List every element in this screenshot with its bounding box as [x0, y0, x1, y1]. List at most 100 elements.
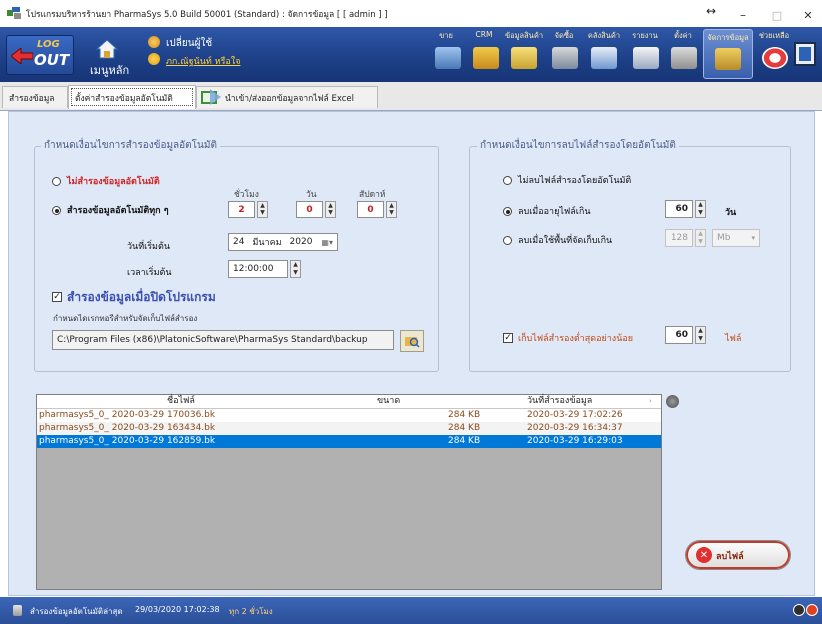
toolbar-item-label: CRM: [475, 30, 493, 39]
keep-min-files-stepper[interactable]: ▲ ▼: [695, 326, 706, 344]
days-input[interactable]: 0: [296, 201, 323, 218]
file-name: pharmasys5_0_ 2020-03-29 162859.bk: [39, 436, 216, 446]
status-bar: สำรองข้อมูลอัตโนมัติล่าสุด 29/03/2020 17…: [0, 597, 822, 624]
window-title: โปรแกรมบริหารร้านยา PharmaSys 5.0 Build …: [26, 10, 388, 20]
days-header: วัน: [306, 190, 317, 200]
backup-conditions-title: กำหนดเงื่อนไขการสำรองข้อมูลอัตโนมัติ: [41, 138, 220, 153]
status-icon-r: [806, 604, 818, 616]
minimize-button[interactable]: –: [735, 7, 751, 23]
app-icon: [7, 7, 21, 19]
main-menu-button[interactable]: เมนูหลัก: [90, 39, 136, 77]
close-button[interactable]: ✕: [800, 7, 816, 23]
delete-by-age-radio[interactable]: [503, 207, 512, 216]
keep-min-files-checkbox[interactable]: ✓: [503, 333, 513, 343]
start-date-label: วันที่เริ่มต้น: [127, 242, 170, 252]
toolbar-item-label: ช่วยเหลือ: [758, 31, 790, 40]
weeks-input[interactable]: 0: [357, 201, 384, 218]
delete-space-stepper[interactable]: ▲ ▼: [695, 229, 706, 247]
delete-by-space-label: ลบเมื่อใช้พื้นที่จัดเก็บเกิน: [518, 236, 613, 246]
backup-every-radio[interactable]: [52, 206, 61, 215]
status-text: สำรองข้อมูลอัตโนมัติล่าสุด: [30, 607, 123, 616]
excel-import-icon: [201, 89, 221, 105]
toolbar-item-label: จัดการข้อมูล: [707, 33, 749, 42]
tab-auto-backup-settings[interactable]: ตั้งค่าสำรองข้อมูลอัตโนมัติ: [68, 85, 196, 109]
tools-icon: [671, 47, 697, 69]
change-user-icon: [148, 36, 160, 48]
start-time-input[interactable]: 12:00:00: [228, 260, 288, 278]
backup-folder-label: กำหนดไดเรกทอรีสำหรับจัดเก็บไฟล์สำรอง: [53, 314, 198, 323]
status-icon-b: [793, 604, 805, 616]
no-backup-radio[interactable]: [52, 177, 61, 186]
tab-excel-import-export[interactable]: นำเข้า/ส่งออกข้อมูลจากไฟล์ Excel: [196, 86, 378, 108]
sale-icon: [435, 47, 461, 69]
no-backup-label: ไม่สำรองข้อมูลอัตโนมัติ: [67, 177, 160, 187]
hours-header: ชั่วโมง: [234, 190, 259, 200]
user-icon: [148, 53, 160, 65]
column-header-date[interactable]: วันที่สำรองข้อมูล: [527, 395, 592, 408]
help-icon: [762, 47, 788, 69]
calendar-icon[interactable]: ▦▾: [321, 238, 333, 247]
tab-backup[interactable]: สำรองข้อมูล: [2, 86, 68, 108]
hours-input[interactable]: 2: [228, 201, 255, 218]
backup-every-label: สำรองข้อมูลอัตโนมัติทุก ๆ: [67, 206, 169, 216]
change-user-button[interactable]: เปลี่ยนผู้ใช้ ภก.ณัฐนันท์ หรือใจ: [148, 36, 298, 76]
toolbar-item-label: จัดซื้อ: [554, 31, 574, 40]
main-menu-label: เมนูหลัก: [90, 64, 130, 77]
table-row[interactable]: pharmasys5_0_ 2020-03-29 170036.bk 284 K…: [37, 409, 661, 422]
start-date-year: 2020: [289, 237, 313, 247]
column-header-size[interactable]: ขนาด: [377, 395, 400, 408]
hours-stepper[interactable]: ▲ ▼: [257, 201, 268, 218]
delete-space-input[interactable]: 128: [665, 229, 693, 247]
backup-file-table: ชื่อไฟล์ ขนาด วันที่สำรองข้อมูล › pharma…: [36, 394, 662, 590]
toolbar-item-settings[interactable]: ตั้งค่า: [665, 27, 701, 82]
maximize-button[interactable]: □: [769, 7, 785, 23]
delete-by-space-radio[interactable]: [503, 236, 512, 245]
table-row-selected[interactable]: pharmasys5_0_ 2020-03-29 162859.bk 284 K…: [37, 435, 661, 448]
no-delete-radio[interactable]: [503, 176, 512, 185]
report-icon: [633, 47, 659, 69]
weeks-stepper[interactable]: ▲ ▼: [386, 201, 397, 218]
no-delete-label: ไม่ลบไฟล์สำรองโดยอัตโนมัติ: [518, 176, 632, 186]
delete-age-input[interactable]: 60: [665, 200, 693, 218]
product-data-icon: [511, 47, 537, 69]
resize-icon[interactable]: ↔: [703, 3, 719, 19]
start-date-month: มีนาคม: [252, 238, 282, 248]
delete-file-button[interactable]: ✕ ลบไฟล์: [685, 540, 791, 570]
toolbar-item-data-manage[interactable]: จัดการข้อมูล: [703, 29, 753, 79]
days-stepper[interactable]: ▲ ▼: [325, 201, 336, 218]
keep-min-files-input[interactable]: 60: [665, 326, 693, 344]
toolbar-item-product-data[interactable]: ข้อมูลสินค้า: [503, 27, 545, 82]
logout-label-top: LOG: [37, 39, 60, 50]
backup-on-close-label: สำรองข้อมูลเมื่อปิดโปรแกรม: [67, 290, 216, 304]
keep-min-files-unit: ไฟล์: [725, 334, 742, 344]
toolbar-item-label: ขาย: [439, 31, 453, 40]
backup-folder-path[interactable]: C:\Program Files (x86)\PlatonicSoftware\…: [52, 330, 394, 350]
refresh-icon[interactable]: [666, 395, 679, 408]
tab-label: นำเข้า/ส่งออกข้อมูลจากไฟล์ Excel: [225, 93, 354, 104]
toolbar-item-help[interactable]: ช่วยเหลือ: [756, 27, 792, 82]
file-size: 284 KB: [448, 410, 481, 420]
delete-age-stepper[interactable]: ▲ ▼: [695, 200, 706, 218]
file-date: 2020-03-29 16:29:03: [527, 436, 623, 446]
toolbar-item-purchase[interactable]: จัดซื้อ: [546, 27, 582, 82]
logout-button[interactable]: LOG OUT: [6, 35, 74, 75]
toolbar-item-warehouse[interactable]: คลังสินค้า: [583, 27, 625, 82]
weeks-header: สัปดาห์: [359, 190, 386, 200]
toolbar-item-report[interactable]: รายงาน: [627, 27, 663, 82]
logout-arrow-icon: [11, 48, 33, 64]
file-size: 284 KB: [448, 423, 481, 433]
delete-space-unit-select[interactable]: Mb ▾: [712, 229, 760, 247]
change-user-label: เปลี่ยนผู้ใช้: [166, 38, 213, 49]
table-row[interactable]: pharmasys5_0_ 2020-03-29 163434.bk 284 K…: [37, 422, 661, 435]
backup-on-close-checkbox[interactable]: ✓: [52, 292, 62, 302]
toolbar-item-sale[interactable]: ขาย: [428, 27, 464, 82]
browse-folder-button[interactable]: [400, 330, 424, 352]
main-toolbar: LOG OUT เมนูหลัก เปลี่ยนผู้ใช้ ภก.ณัฐนัน…: [0, 27, 822, 82]
start-date-picker[interactable]: 24 มีนาคม 2020 ▦▾: [228, 233, 338, 251]
column-header-name[interactable]: ชื่อไฟล์: [167, 395, 195, 408]
tab-strip: สำรองข้อมูล ตั้งค่าสำรองข้อมูลอัตโนมัติ …: [0, 82, 822, 111]
start-time-stepper[interactable]: ▲ ▼: [290, 260, 301, 278]
toolbar-item-label: รายงาน: [632, 31, 658, 40]
toolbar-item-crm[interactable]: CRM: [466, 27, 502, 82]
exit-button[interactable]: [794, 42, 816, 66]
